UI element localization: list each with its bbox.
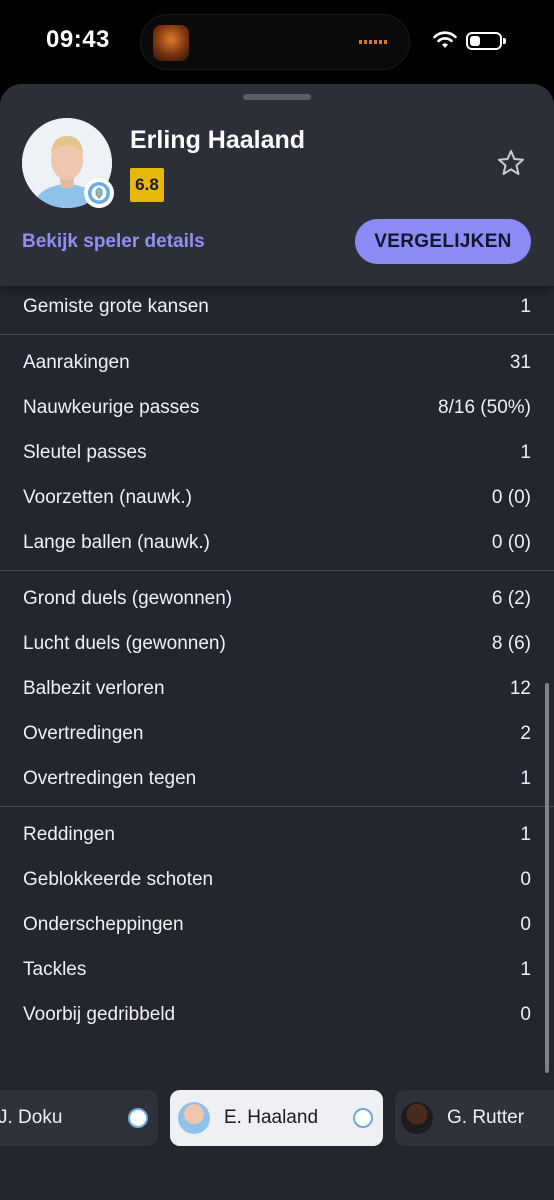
player-chip-name: J. Doku — [0, 1107, 63, 1128]
stat-label: Overtredingen — [23, 722, 144, 744]
section-divider — [0, 570, 554, 571]
section-divider — [0, 334, 554, 335]
stat-value: 1 — [520, 295, 531, 317]
battery-level — [470, 36, 480, 46]
dynamic-island — [140, 14, 410, 70]
scrollbar[interactable] — [545, 683, 549, 1073]
stat-value: 0 — [520, 1003, 531, 1025]
sheet-grabber[interactable] — [243, 94, 311, 100]
stats-list[interactable]: Gemiste grote kansen 1 Aanrakingen 31 Na… — [0, 284, 554, 1037]
player-chip-rutter[interactable]: G. Rutter — [395, 1090, 554, 1146]
stat-row: Tackles 1 — [0, 947, 554, 992]
stat-row: Voorbij gedribbeld 0 — [0, 992, 554, 1037]
stat-value: 0 — [520, 868, 531, 890]
stat-row: Nauwkeurige passes 8/16 (50%) — [0, 385, 554, 430]
stat-label: Sleutel passes — [23, 441, 147, 463]
stat-label: Nauwkeurige passes — [23, 396, 200, 418]
stat-row: Onderscheppingen 0 — [0, 902, 554, 947]
player-header: Erling Haaland 6.8 Bekijk speler details… — [0, 84, 554, 286]
status-bar: 09:43 — [0, 0, 554, 84]
stat-label: Reddingen — [23, 823, 115, 845]
stat-value: 6 (2) — [491, 587, 531, 609]
favorite-star-icon[interactable] — [496, 148, 526, 178]
stat-label: Balbezit verloren — [23, 677, 165, 699]
stat-value: 8 (6) — [491, 632, 531, 654]
home-indicator-area — [0, 1160, 554, 1200]
stat-row: Overtredingen 2 — [0, 711, 554, 756]
player-avatar-small — [178, 1102, 210, 1134]
stat-label: Onderscheppingen — [23, 913, 184, 935]
stat-label: Lange ballen (nauwk.) — [23, 531, 210, 553]
stat-row: Grond duels (gewonnen) 6 (2) — [0, 576, 554, 621]
rating-badge: 6.8 — [130, 168, 164, 202]
player-switcher[interactable]: J. Doku E. Haaland G. Rutter — [0, 1090, 554, 1146]
live-activity-app-icon — [153, 25, 189, 61]
player-chip-doku[interactable]: J. Doku — [0, 1090, 158, 1146]
stat-value: 0 (0) — [491, 486, 531, 508]
stat-value: 1 — [520, 441, 531, 463]
player-stats-sheet: Erling Haaland 6.8 Bekijk speler details… — [0, 84, 554, 1200]
stat-value: 31 — [509, 351, 531, 373]
compare-button[interactable]: VERGELIJKEN — [355, 219, 531, 264]
player-chip-name: G. Rutter — [447, 1107, 525, 1128]
stat-row: Overtredingen tegen 1 — [0, 756, 554, 801]
stat-label: Lucht duels (gewonnen) — [23, 632, 226, 654]
stat-label: Grond duels (gewonnen) — [23, 587, 233, 609]
stat-row: Gemiste grote kansen 1 — [0, 284, 554, 329]
player-name: Erling Haaland — [130, 126, 306, 154]
status-time: 09:43 — [46, 26, 110, 53]
stat-value: 0 (0) — [491, 531, 531, 553]
stat-row: Voorzetten (nauwk.) 0 (0) — [0, 475, 554, 520]
stat-label: Tackles — [23, 958, 87, 980]
stat-row: Geblokkeerde schoten 0 — [0, 857, 554, 902]
stat-label: Geblokkeerde schoten — [23, 868, 214, 890]
club-badge-icon — [84, 178, 114, 208]
stat-row: Lucht duels (gewonnen) 8 (6) — [0, 621, 554, 666]
stat-label: Voorzetten (nauwk.) — [23, 486, 192, 508]
section-divider — [0, 806, 554, 807]
stat-row: Aanrakingen 31 — [0, 340, 554, 385]
live-activity-indicator — [359, 40, 389, 44]
club-badge-icon — [128, 1108, 148, 1128]
stat-value: 1 — [520, 823, 531, 845]
stat-row: Balbezit verloren 12 — [0, 666, 554, 711]
stat-value: 2 — [520, 722, 531, 744]
battery-icon — [466, 32, 506, 50]
stat-value: 12 — [509, 677, 531, 699]
player-details-link[interactable]: Bekijk speler details — [22, 231, 205, 253]
stat-row: Reddingen 1 — [0, 812, 554, 857]
stat-value: 8/16 (50%) — [438, 396, 531, 418]
wifi-icon — [433, 31, 457, 48]
stat-value: 1 — [520, 958, 531, 980]
stat-label: Voorbij gedribbeld — [23, 1003, 176, 1025]
stat-label: Aanrakingen — [23, 351, 130, 373]
stat-label: Gemiste grote kansen — [23, 295, 209, 317]
stat-value: 1 — [520, 767, 531, 789]
stat-value: 0 — [520, 913, 531, 935]
player-chip-name: E. Haaland — [224, 1107, 319, 1128]
player-chip-haaland[interactable]: E. Haaland — [170, 1090, 383, 1146]
stat-row: Sleutel passes 1 — [0, 430, 554, 475]
stat-label: Overtredingen tegen — [23, 767, 197, 789]
stat-row: Lange ballen (nauwk.) 0 (0) — [0, 520, 554, 565]
club-badge-icon — [353, 1108, 373, 1128]
player-avatar-small — [401, 1102, 433, 1134]
